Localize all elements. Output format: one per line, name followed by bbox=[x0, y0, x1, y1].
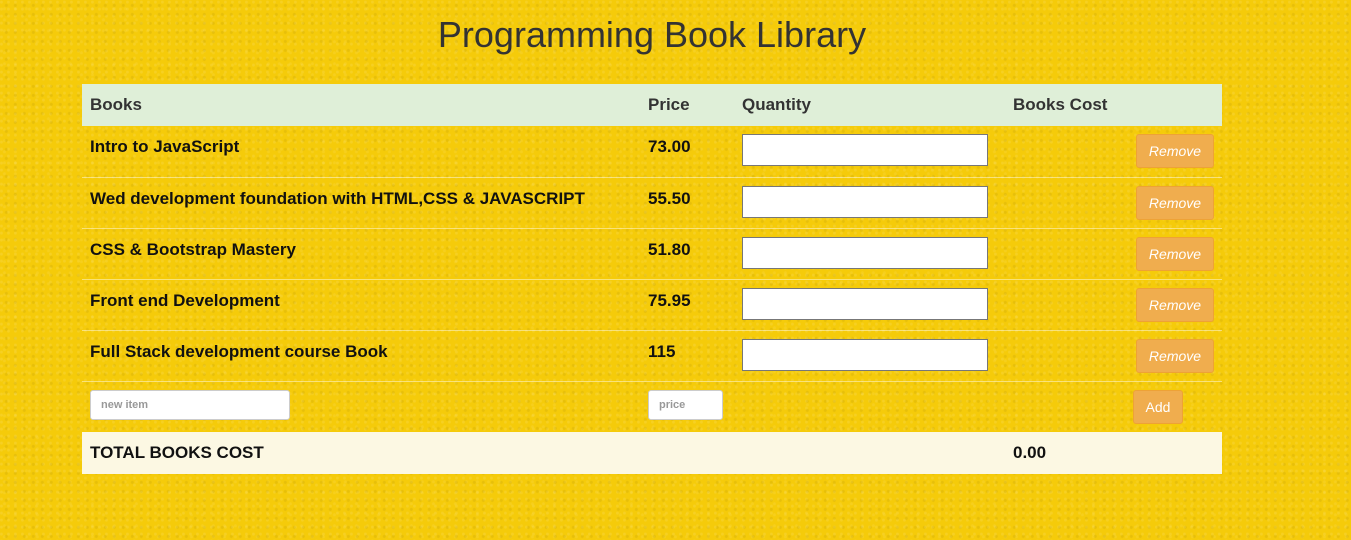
book-price: 115 bbox=[648, 341, 676, 361]
book-name: Full Stack development course Book bbox=[90, 341, 388, 361]
add-button[interactable]: Add bbox=[1133, 389, 1183, 424]
remove-button[interactable]: Remove bbox=[1136, 185, 1214, 220]
book-cost-cell: Remove bbox=[1005, 177, 1222, 228]
new-item-input[interactable] bbox=[90, 389, 290, 420]
quantity-input[interactable] bbox=[742, 287, 988, 320]
total-value: 0.00 bbox=[1013, 443, 1047, 462]
quantity-cell bbox=[734, 177, 1005, 228]
remove-button[interactable]: Remove bbox=[1136, 236, 1214, 271]
quantity-input[interactable] bbox=[742, 236, 988, 269]
column-header-books-cost: Books Cost bbox=[1013, 95, 1108, 114]
book-price: 73.00 bbox=[648, 137, 691, 156]
book-cost-cell: Remove bbox=[1005, 279, 1222, 330]
new-item-cell bbox=[82, 381, 640, 432]
book-price: 75.95 bbox=[648, 290, 691, 310]
table-row: Full Stack development course Book 115 R… bbox=[82, 330, 1222, 381]
empty-cell bbox=[734, 381, 1005, 432]
book-price: 51.80 bbox=[648, 239, 691, 259]
quantity-input[interactable] bbox=[742, 338, 988, 371]
book-cost-cell: Remove bbox=[1005, 330, 1222, 381]
quantity-cell bbox=[734, 330, 1005, 381]
new-price-cell bbox=[640, 381, 734, 432]
quantity-cell bbox=[734, 279, 1005, 330]
book-price: 55.50 bbox=[648, 188, 691, 208]
table-row: Wed development foundation with HTML,CSS… bbox=[82, 177, 1222, 228]
remove-button[interactable]: Remove bbox=[1136, 134, 1214, 168]
book-name: Intro to JavaScript bbox=[90, 137, 240, 156]
column-header-quantity: Quantity bbox=[742, 95, 811, 114]
remove-button[interactable]: Remove bbox=[1136, 338, 1214, 373]
table-row: CSS & Bootstrap Mastery 51.80 Remove bbox=[82, 228, 1222, 279]
quantity-cell bbox=[734, 228, 1005, 279]
table-row: Intro to JavaScript 73.00 Remove bbox=[82, 126, 1222, 177]
book-cost-cell: Remove bbox=[1005, 126, 1222, 177]
new-price-input[interactable] bbox=[648, 389, 723, 420]
book-name: Wed development foundation with HTML,CSS… bbox=[90, 188, 585, 208]
total-label: TOTAL BOOKS COST bbox=[90, 443, 264, 462]
book-name: CSS & Bootstrap Mastery bbox=[90, 239, 296, 259]
column-header-books: Books bbox=[90, 95, 142, 114]
table-header-row: Books Price Quantity Books Cost bbox=[82, 84, 1222, 126]
table-row: Front end Development 75.95 Remove bbox=[82, 279, 1222, 330]
page-title: Programming Book Library bbox=[437, 14, 867, 55]
remove-button[interactable]: Remove bbox=[1136, 287, 1214, 322]
total-row: TOTAL BOOKS COST 0.00 bbox=[82, 432, 1222, 474]
book-cost-cell: Remove bbox=[1005, 228, 1222, 279]
quantity-input[interactable] bbox=[742, 134, 988, 166]
books-table: Books Price Quantity Books Cost Intro to… bbox=[82, 84, 1222, 474]
book-name: Front end Development bbox=[90, 290, 280, 310]
add-button-cell: Add bbox=[1005, 381, 1222, 432]
quantity-input[interactable] bbox=[742, 185, 988, 218]
quantity-cell bbox=[734, 126, 1005, 177]
column-header-price: Price bbox=[648, 95, 690, 114]
add-item-row: Add bbox=[82, 381, 1222, 432]
